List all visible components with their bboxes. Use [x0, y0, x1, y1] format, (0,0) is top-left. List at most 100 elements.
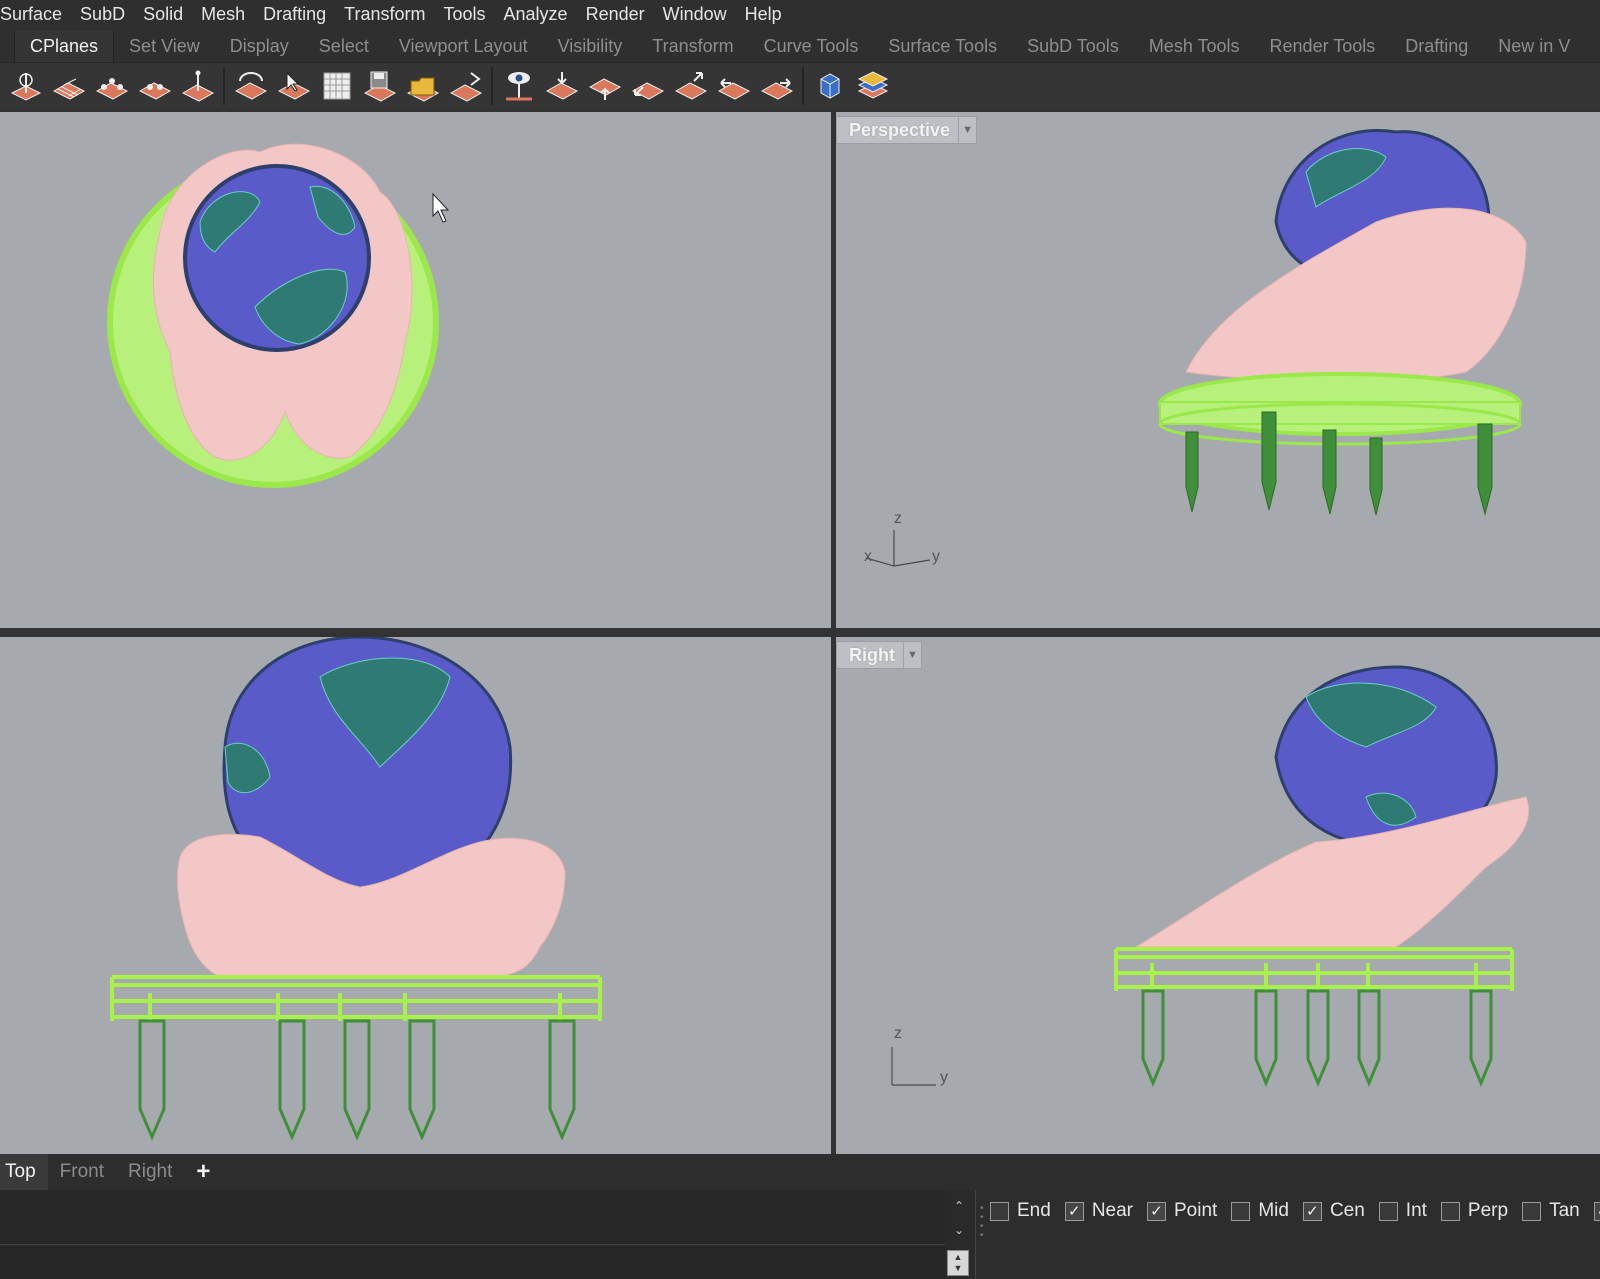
osnap-checkbox[interactable] [1522, 1201, 1542, 1221]
cplane-front-button[interactable] [714, 66, 754, 106]
menu-help[interactable]: Help [736, 0, 791, 28]
osnap-label: Point [1174, 1200, 1218, 1221]
cplane-3points-button[interactable] [92, 66, 132, 106]
viewport-tab-right[interactable]: Right [116, 1154, 184, 1190]
osnap-near[interactable]: ✓ Near [1064, 1200, 1133, 1222]
viewport-right[interactable]: Right ▼ z y [836, 637, 1600, 1154]
chevron-up-icon[interactable]: ⌃ [947, 1194, 971, 1218]
tab-viewport-layout[interactable]: Viewport Layout [384, 30, 543, 62]
tab-visibility[interactable]: Visibility [543, 30, 638, 62]
tab-new-in-v[interactable]: New in V [1483, 30, 1585, 62]
osnap-perp[interactable]: Perp [1440, 1200, 1508, 1222]
named-cplanes-button[interactable] [499, 66, 539, 106]
front-view-scene [110, 637, 602, 1141]
osnap-end[interactable]: End [990, 1200, 1051, 1222]
osnap-checkbox[interactable]: ✓ [1147, 1201, 1166, 1221]
viewport-tab-top[interactable]: Top [0, 1154, 48, 1190]
viewport-perspective[interactable]: Perspective ▼ z x y [836, 112, 1600, 628]
tab-mesh-tools[interactable]: Mesh Tools [1134, 30, 1255, 62]
chevron-down-icon[interactable]: ⌄ [947, 1218, 971, 1242]
menu-tools[interactable]: Tools [435, 0, 495, 28]
tab-curve-tools[interactable]: Curve Tools [749, 30, 874, 62]
cplane-save-button[interactable] [360, 66, 400, 106]
osnap-checkbox[interactable] [1231, 1201, 1251, 1221]
menu-render[interactable]: Render [577, 0, 654, 28]
menu-window[interactable]: Window [654, 0, 736, 28]
osnap-tan[interactable]: Tan [1522, 1200, 1580, 1222]
cplane-top-button[interactable] [542, 66, 582, 106]
viewport-area: Perspective ▼ z x y Right ▼ z y [0, 108, 1600, 1154]
cplane-origin-button[interactable] [6, 66, 46, 106]
menu-transform[interactable]: Transform [335, 0, 434, 28]
cplane-rotate-button[interactable] [231, 66, 271, 106]
osnap-checkbox[interactable] [1378, 1201, 1398, 1221]
menu-surface[interactable]: Surface [0, 0, 71, 28]
cplane-to-object-button[interactable] [810, 66, 850, 106]
cplane-back-button[interactable] [757, 66, 797, 106]
osnap-label: Tan [1549, 1200, 1580, 1221]
osnap-checkbox[interactable]: ✓ [1593, 1201, 1600, 1221]
cplanes-toolbar [0, 62, 1600, 108]
grip-handle-icon[interactable]: • • • • [980, 1204, 986, 1241]
command-input[interactable] [0, 1246, 945, 1279]
spinner-up-icon[interactable]: ▲ [954, 1252, 963, 1263]
viewport-tabs: Top Front Right + [0, 1154, 1600, 1190]
tab-surface-tools[interactable]: Surface Tools [873, 30, 1012, 62]
osnap-mid[interactable]: Mid [1231, 1200, 1289, 1222]
osnap-checkbox[interactable]: ✓ [1302, 1201, 1322, 1221]
cplane-view-icon [277, 71, 311, 100]
axis-y-label: y [932, 548, 940, 565]
toolbar-separator [802, 66, 804, 105]
tab-drafting[interactable]: Drafting [1390, 30, 1483, 62]
viewport-top[interactable] [0, 112, 831, 628]
cplane-right-button[interactable] [671, 66, 711, 106]
viewport-tab-front[interactable]: Front [48, 1154, 116, 1190]
cplane-view-button[interactable] [274, 66, 314, 106]
cplane-left-button[interactable] [628, 66, 668, 106]
osnap-cen[interactable]: ✓ Cen [1302, 1200, 1365, 1222]
osnap-checkbox[interactable] [990, 1201, 1009, 1221]
osnap-checkbox[interactable] [1440, 1201, 1460, 1221]
command-spinner[interactable]: ▲ ▼ [947, 1250, 969, 1276]
cplane-right-icon [674, 71, 708, 100]
axis-gizmo-right [891, 1047, 936, 1086]
tab-select[interactable]: Select [304, 30, 384, 62]
cplane-bottom-button[interactable] [585, 66, 625, 106]
cplane-elevation-button[interactable] [178, 66, 218, 106]
menu-mesh[interactable]: Mesh [192, 0, 254, 28]
chevron-down-icon[interactable]: ▼ [902, 642, 921, 668]
cplane-layers-button[interactable] [853, 66, 893, 106]
cplane-open-button[interactable] [403, 66, 443, 106]
viewport-front[interactable] [0, 637, 831, 1154]
tab-set-view[interactable]: Set View [114, 30, 215, 62]
menu-analyze[interactable]: Analyze [495, 0, 577, 28]
cplane-grid-button[interactable] [49, 66, 89, 106]
osnap-point[interactable]: ✓ Point [1147, 1200, 1217, 1222]
menu-solid[interactable]: Solid [134, 0, 192, 28]
osnap-int[interactable]: Int [1378, 1200, 1427, 1222]
tab-display[interactable]: Display [215, 30, 304, 62]
osnap-more[interactable]: ✓ [1593, 1201, 1600, 1221]
axis-z-label: z [894, 510, 902, 527]
cplane-object-icon [138, 81, 172, 100]
osnap-checkbox[interactable]: ✓ [1064, 1201, 1084, 1221]
cplane-object-button[interactable] [135, 66, 175, 106]
viewport-label-right[interactable]: Right ▼ [836, 641, 922, 669]
tab-transform[interactable]: Transform [637, 30, 748, 62]
command-area: ⌃ ⌄ ▲ ▼ [0, 1190, 975, 1279]
cplane-grid-view-button[interactable] [317, 66, 357, 106]
axis-gizmo-perspective [865, 530, 931, 567]
menu-subd[interactable]: SubD [71, 0, 134, 28]
cplane-back-icon [760, 77, 794, 100]
tab-cplanes[interactable]: CPlanes [14, 30, 115, 62]
cplane-undo-button[interactable] [446, 66, 486, 106]
spinner-down-icon[interactable]: ▼ [954, 1263, 963, 1274]
viewport-label-perspective[interactable]: Perspective ▼ [836, 116, 978, 144]
menu-drafting[interactable]: Drafting [254, 0, 335, 28]
cube-icon [820, 72, 840, 99]
add-viewport-tab-button[interactable]: + [184, 1154, 222, 1190]
cplane-left-icon [631, 81, 665, 100]
tab-subd-tools[interactable]: SubD Tools [1012, 30, 1134, 62]
tab-render-tools[interactable]: Render Tools [1255, 30, 1391, 62]
chevron-down-icon[interactable]: ▼ [958, 117, 976, 143]
